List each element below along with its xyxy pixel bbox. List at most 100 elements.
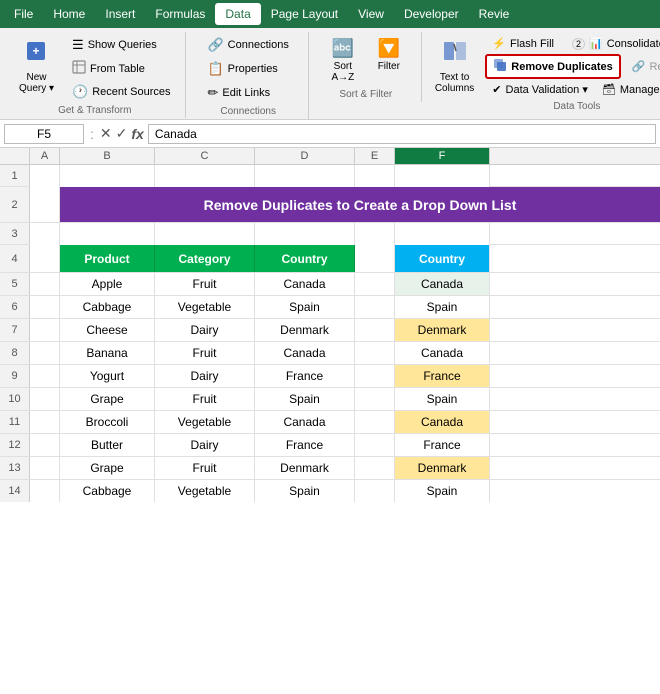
cell-B8[interactable]: Banana — [60, 342, 155, 364]
merged-title-cell[interactable]: Remove Duplicates to Create a Drop Down … — [60, 187, 660, 222]
cancel-icon[interactable]: ✕ — [100, 125, 112, 142]
cell-F9[interactable]: France — [395, 365, 490, 387]
cell-A10[interactable] — [30, 388, 60, 410]
cell-F13[interactable]: Denmark — [395, 457, 490, 479]
menu-data[interactable]: Data — [215, 3, 260, 25]
cell-D13[interactable]: Denmark — [255, 457, 355, 479]
menu-pagelayout[interactable]: Page Layout — [261, 3, 348, 25]
menu-formulas[interactable]: Formulas — [145, 3, 215, 25]
cell-F8[interactable]: Canada — [395, 342, 490, 364]
cell-F1[interactable] — [395, 165, 490, 187]
cell-A13[interactable] — [30, 457, 60, 479]
cell-C6[interactable]: Vegetable — [155, 296, 255, 318]
cell-D11[interactable]: Canada — [255, 411, 355, 433]
cell-B14[interactable]: Cabbage — [60, 480, 155, 502]
cell-C11[interactable]: Vegetable — [155, 411, 255, 433]
cell-C14[interactable]: Vegetable — [155, 480, 255, 502]
menu-developer[interactable]: Developer — [394, 3, 469, 25]
cell-A8[interactable] — [30, 342, 60, 364]
cell-A7[interactable] — [30, 319, 60, 341]
consolidate-button[interactable]: 2 📊 Consolidate — [565, 34, 660, 53]
cell-F3[interactable] — [395, 223, 490, 245]
cell-C5[interactable]: Fruit — [155, 273, 255, 295]
show-queries-button[interactable]: ☰ Show Queries — [65, 34, 177, 56]
cell-A11[interactable] — [30, 411, 60, 433]
cell-F10[interactable]: Spain — [395, 388, 490, 410]
cell-F12[interactable]: France — [395, 434, 490, 456]
name-box[interactable] — [4, 124, 84, 144]
cell-E7[interactable] — [355, 319, 395, 341]
confirm-icon[interactable]: ✓ — [116, 125, 128, 142]
from-table-button[interactable]: From Table — [65, 57, 177, 80]
cell-C9[interactable]: Dairy — [155, 365, 255, 387]
cell-F11[interactable]: Canada — [395, 411, 490, 433]
flash-fill-button[interactable]: ⚡ Flash Fill — [485, 34, 561, 53]
cell-C10[interactable]: Fruit — [155, 388, 255, 410]
cell-A6[interactable] — [30, 296, 60, 318]
cell-A1[interactable] — [30, 165, 60, 187]
text-to-columns-button[interactable]: Text toColumns — [428, 34, 481, 98]
cell-E1[interactable] — [355, 165, 395, 187]
cell-E14[interactable] — [355, 480, 395, 502]
menu-insert[interactable]: Insert — [95, 3, 145, 25]
cell-D10[interactable]: Spain — [255, 388, 355, 410]
cell-C1[interactable] — [155, 165, 255, 187]
cell-D14[interactable]: Spain — [255, 480, 355, 502]
cell-F5[interactable]: Canada — [395, 273, 490, 295]
cell-A14[interactable] — [30, 480, 60, 502]
cell-D6[interactable]: Spain — [255, 296, 355, 318]
properties-button[interactable]: 📋 Properties — [200, 58, 284, 80]
cell-A5[interactable] — [30, 273, 60, 295]
cell-C7[interactable]: Dairy — [155, 319, 255, 341]
connections-button[interactable]: 🔗 Connections — [200, 34, 295, 56]
cell-A9[interactable] — [30, 365, 60, 387]
menu-file[interactable]: File — [4, 3, 43, 25]
cell-A3[interactable] — [30, 223, 60, 245]
cell-F7[interactable]: Denmark — [395, 319, 490, 341]
insert-function-icon[interactable]: fx — [131, 126, 143, 142]
new-query-button[interactable]: + NewQuery ▾ — [12, 34, 61, 98]
cell-A2[interactable] — [30, 187, 60, 222]
menu-home[interactable]: Home — [43, 3, 95, 25]
remove-duplicates-button[interactable]: Remove Duplicates to Create a Drop Down … — [485, 54, 620, 79]
cell-C8[interactable]: Fruit — [155, 342, 255, 364]
cell-D3[interactable] — [255, 223, 355, 245]
manage-data-model-button[interactable]: 🗃 Manage Data Model — [595, 80, 660, 99]
sort-az-button[interactable]: 🔤 SortA→Z — [323, 34, 363, 87]
cell-D5[interactable]: Canada — [255, 273, 355, 295]
cell-B1[interactable] — [60, 165, 155, 187]
cell-E10[interactable] — [355, 388, 395, 410]
cell-A12[interactable] — [30, 434, 60, 456]
cell-B9[interactable]: Yogurt — [60, 365, 155, 387]
cell-B13[interactable]: Grape — [60, 457, 155, 479]
cell-E3[interactable] — [355, 223, 395, 245]
cell-E12[interactable] — [355, 434, 395, 456]
cell-C13[interactable]: Fruit — [155, 457, 255, 479]
data-validation-button[interactable]: ✔ Data Validation ▾ — [485, 80, 595, 99]
cell-F6[interactable]: Spain — [395, 296, 490, 318]
cell-C12[interactable]: Dairy — [155, 434, 255, 456]
cell-B3[interactable] — [60, 223, 155, 245]
cell-E8[interactable] — [355, 342, 395, 364]
cell-B10[interactable]: Grape — [60, 388, 155, 410]
cell-C3[interactable] — [155, 223, 255, 245]
cell-E13[interactable] — [355, 457, 395, 479]
cell-B12[interactable]: Butter — [60, 434, 155, 456]
cell-E11[interactable] — [355, 411, 395, 433]
cell-C4-header[interactable]: Category — [155, 245, 255, 272]
formula-input[interactable] — [148, 124, 656, 144]
cell-D4-header[interactable]: Country — [255, 245, 355, 272]
filter-button[interactable]: 🔽 Filter — [369, 34, 409, 76]
cell-B5[interactable]: Apple — [60, 273, 155, 295]
cell-B4-header[interactable]: Product — [60, 245, 155, 272]
cell-E5[interactable] — [355, 273, 395, 295]
menu-view[interactable]: View — [348, 3, 394, 25]
cell-B7[interactable]: Cheese — [60, 319, 155, 341]
cell-D1[interactable] — [255, 165, 355, 187]
cell-E4[interactable] — [355, 245, 395, 272]
menu-review[interactable]: Revie — [469, 3, 520, 25]
cell-E9[interactable] — [355, 365, 395, 387]
cell-F14[interactable]: Spain — [395, 480, 490, 502]
cell-D9[interactable]: France — [255, 365, 355, 387]
cell-E6[interactable] — [355, 296, 395, 318]
